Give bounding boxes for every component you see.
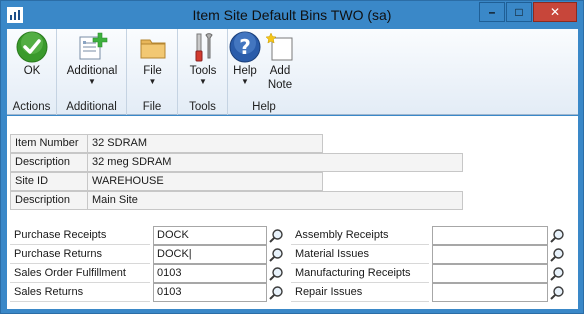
ribbon-group-tools: Tools ▼ Tools: [178, 29, 228, 115]
repair-issues-label: Repair Issues: [291, 283, 429, 302]
site-description-label: Description: [10, 191, 88, 210]
help-icon: ?: [229, 31, 261, 63]
file-button[interactable]: File ▼: [131, 31, 174, 86]
tools-button[interactable]: Tools ▼: [182, 31, 224, 86]
assembly-receipts-input[interactable]: [432, 226, 548, 245]
ok-button-label: OK: [23, 65, 41, 77]
item-description-label: Description: [10, 153, 88, 172]
sales-returns-label: Sales Returns: [10, 283, 150, 302]
help-button[interactable]: ? Help ▼: [228, 31, 262, 86]
material-issues-label: Material Issues: [291, 245, 429, 264]
magnifier-icon: [550, 266, 564, 281]
sales-order-fulfillment-label: Sales Order Fulfillment: [10, 264, 150, 283]
ok-check-icon: [16, 31, 48, 63]
ribbon-group-additional: Additional ▼ Additional: [57, 29, 127, 115]
purchase-returns-label: Purchase Returns: [10, 245, 150, 264]
item-number-label: Item Number: [10, 134, 88, 153]
close-icon: ✕: [549, 5, 561, 19]
ok-button[interactable]: OK: [11, 31, 53, 78]
chevron-down-icon: ▼: [148, 77, 157, 86]
chevron-down-icon: ▼: [88, 77, 96, 86]
folder-icon: [140, 39, 165, 59]
tools-button-label: Tools: [189, 65, 217, 77]
window: Item Site Default Bins TWO (sa) – □ ✕ OK…: [0, 0, 584, 314]
maximize-icon: □: [515, 5, 523, 19]
material-issues-input[interactable]: [432, 245, 548, 264]
ribbon-group-file: File ▼ File: [127, 29, 178, 115]
additional-button-label: Additional: [66, 65, 118, 77]
site-id-value: WAREHOUSE: [87, 172, 323, 191]
maximize-button[interactable]: □: [506, 2, 532, 22]
chevron-down-icon: ▼: [199, 77, 207, 86]
form-content: Item Number 32 SDRAM Description 32 meg …: [7, 116, 578, 309]
tools-icon: [195, 33, 213, 62]
group-label-file: File: [142, 101, 162, 113]
site-id-label: Site ID: [10, 172, 88, 191]
add-note-icon: [265, 32, 293, 61]
ribbon-group-help: ? Help ▼ Add Note Help: [228, 29, 300, 115]
add-note-label-line2: Note: [267, 79, 293, 91]
sales-order-fulfillment-lookup-button[interactable]: [267, 264, 285, 283]
material-issues-lookup-button[interactable]: [548, 245, 566, 264]
magnifier-icon: [550, 285, 564, 300]
group-label-additional: Additional: [66, 101, 117, 113]
additional-button[interactable]: Additional ▼: [59, 31, 125, 86]
window-controls: – □ ✕: [479, 2, 577, 22]
magnifier-icon: [269, 266, 283, 281]
assembly-receipts-label: Assembly Receipts: [291, 226, 429, 245]
assembly-receipts-lookup-button[interactable]: [548, 226, 566, 245]
file-button-label: File: [143, 65, 162, 77]
sales-returns-input[interactable]: 0103: [153, 283, 267, 302]
group-label-tools: Tools: [189, 101, 216, 113]
repair-issues-lookup-button[interactable]: [548, 283, 566, 302]
repair-issues-input[interactable]: [432, 283, 548, 302]
magnifier-icon: [269, 247, 283, 262]
ribbon-toolbar: OK Actions Additional ▼ Additional File …: [7, 29, 578, 115]
site-description-value: Main Site: [87, 191, 463, 210]
minimize-button[interactable]: –: [479, 2, 505, 22]
purchase-receipts-label: Purchase Receipts: [10, 226, 150, 245]
purchase-returns-lookup-button[interactable]: [267, 245, 285, 264]
close-button[interactable]: ✕: [533, 2, 577, 22]
add-note-button-label: Add Note: [262, 64, 298, 92]
purchase-returns-input[interactable]: DOCK|: [153, 245, 267, 264]
add-note-button[interactable]: Add Note: [262, 31, 298, 92]
manufacturing-receipts-lookup-button[interactable]: [548, 264, 566, 283]
manufacturing-receipts-label: Manufacturing Receipts: [291, 264, 429, 283]
manufacturing-receipts-input[interactable]: [432, 264, 548, 283]
magnifier-icon: [269, 228, 283, 243]
additional-icon: [79, 32, 108, 60]
ribbon-group-actions: OK Actions: [7, 29, 57, 115]
group-label-help: Help: [252, 101, 276, 113]
purchase-receipts-lookup-button[interactable]: [267, 226, 285, 245]
add-note-label-line1: Add: [269, 65, 291, 77]
chevron-down-icon: ▼: [241, 77, 249, 86]
sales-order-fulfillment-input[interactable]: 0103: [153, 264, 267, 283]
magnifier-icon: [550, 228, 564, 243]
minimize-icon: –: [488, 5, 496, 19]
help-button-label: Help: [233, 65, 257, 77]
title-bar[interactable]: Item Site Default Bins TWO (sa) – □ ✕: [1, 1, 583, 29]
sales-returns-lookup-button[interactable]: [267, 283, 285, 302]
magnifier-icon: [269, 285, 283, 300]
item-number-value: 32 SDRAM: [87, 134, 323, 153]
svg-text:?: ?: [239, 35, 251, 59]
magnifier-icon: [550, 247, 564, 262]
group-label-actions: Actions: [12, 101, 51, 113]
item-description-value: 32 meg SDRAM: [87, 153, 463, 172]
purchase-receipts-input[interactable]: DOCK: [153, 226, 267, 245]
